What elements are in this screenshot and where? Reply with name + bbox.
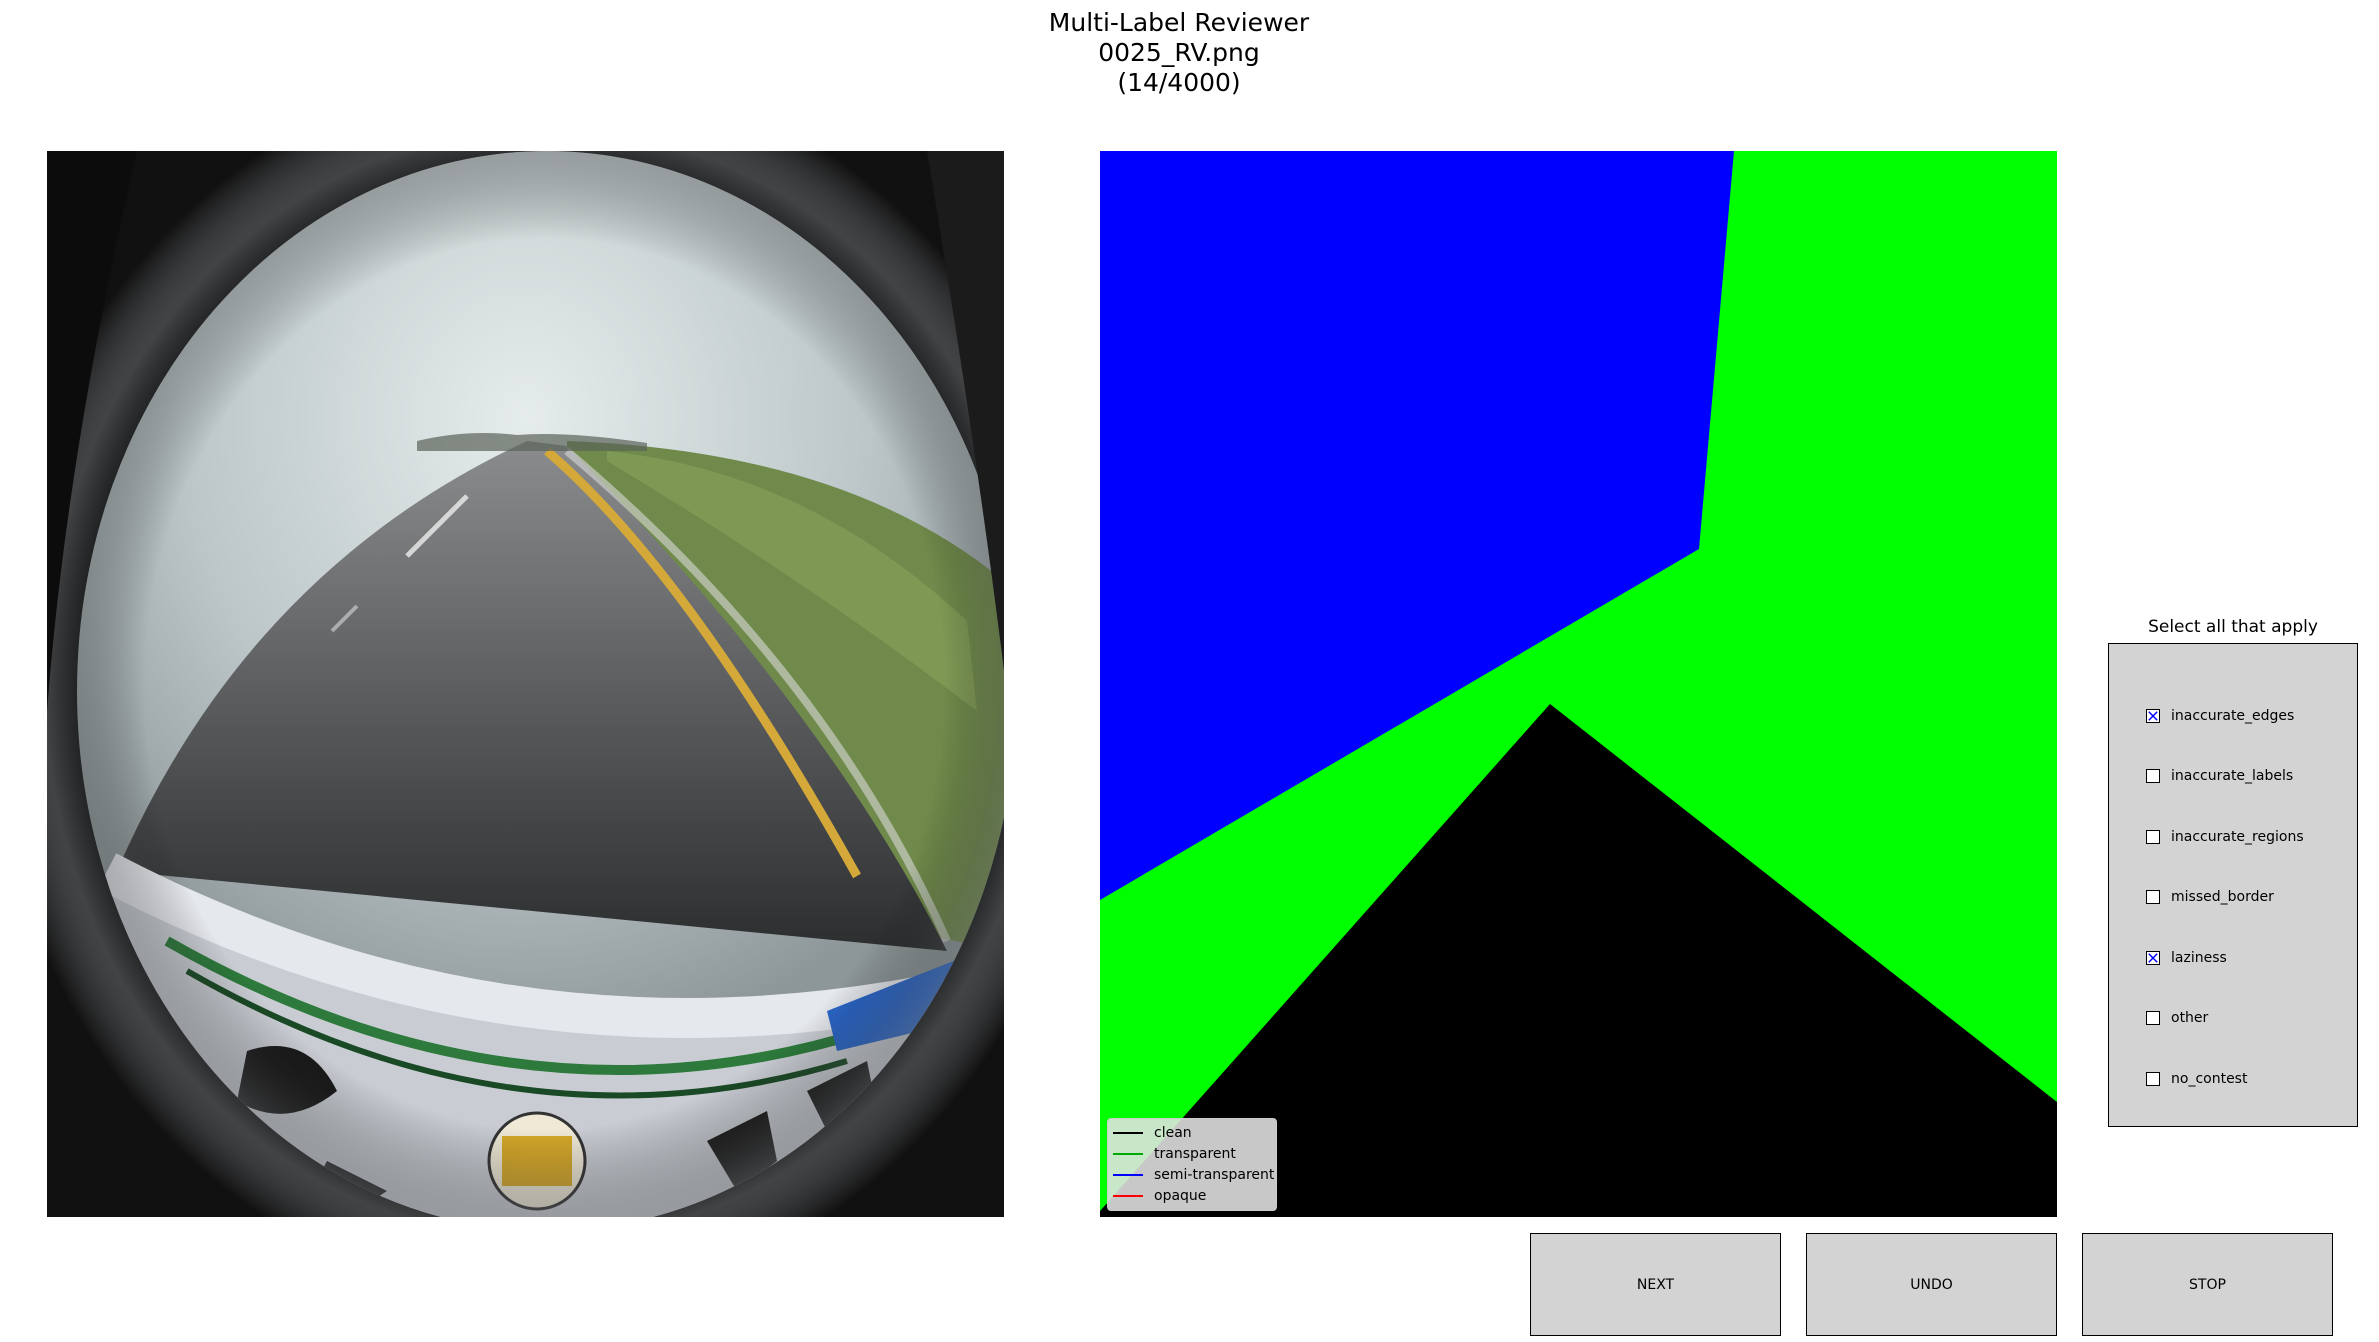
progress-counter: (14/4000) bbox=[1117, 68, 1241, 97]
option-missed-border[interactable]: missed_border bbox=[2109, 882, 2357, 912]
option-inaccurate-labels[interactable]: inaccurate_labels bbox=[2109, 761, 2357, 791]
check-mark-icon bbox=[2148, 711, 2158, 721]
option-no-contest[interactable]: no_contest bbox=[2109, 1064, 2357, 1094]
label-checklist: inaccurate_edges inaccurate_labels inacc… bbox=[2108, 643, 2358, 1127]
next-button[interactable]: NEXT bbox=[1530, 1233, 1781, 1336]
checklist-title: Select all that apply bbox=[2148, 617, 2318, 637]
checkbox-other[interactable] bbox=[2146, 1011, 2160, 1025]
legend-label: opaque bbox=[1154, 1187, 1207, 1204]
legend-label: transparent bbox=[1154, 1145, 1236, 1162]
option-label: laziness bbox=[2171, 950, 2227, 966]
option-label: inaccurate_labels bbox=[2171, 768, 2294, 784]
legend-item-semi-transparent: semi-transparent bbox=[1108, 1164, 1276, 1185]
camera-image bbox=[47, 151, 1004, 1217]
image-filename: 0025_RV.png bbox=[1098, 38, 1260, 67]
legend-line-icon bbox=[1113, 1152, 1143, 1155]
legend: clean transparent semi-transparent opaqu… bbox=[1107, 1118, 1277, 1211]
app-title: Multi-Label Reviewer bbox=[1048, 8, 1310, 37]
option-inaccurate-regions[interactable]: inaccurate_regions bbox=[2109, 822, 2357, 852]
legend-label: clean bbox=[1154, 1124, 1192, 1141]
option-label: missed_border bbox=[2171, 889, 2274, 905]
option-label: no_contest bbox=[2171, 1071, 2248, 1087]
legend-line-icon bbox=[1113, 1194, 1143, 1197]
stop-button[interactable]: STOP bbox=[2082, 1233, 2333, 1336]
fisheye-camera-image bbox=[47, 151, 1004, 1217]
option-laziness[interactable]: laziness bbox=[2109, 943, 2357, 973]
option-label: inaccurate_edges bbox=[2171, 708, 2295, 724]
legend-item-clean: clean bbox=[1108, 1122, 1276, 1143]
option-label: inaccurate_regions bbox=[2171, 829, 2304, 845]
checkbox-inaccurate-edges[interactable] bbox=[2146, 709, 2160, 723]
legend-line-icon bbox=[1113, 1131, 1143, 1134]
checkbox-no-contest[interactable] bbox=[2146, 1072, 2160, 1086]
option-label: other bbox=[2171, 1010, 2209, 1026]
option-inaccurate-edges[interactable]: inaccurate_edges bbox=[2109, 701, 2357, 731]
checkbox-missed-border[interactable] bbox=[2146, 890, 2160, 904]
legend-item-transparent: transparent bbox=[1108, 1143, 1276, 1164]
mask-regions bbox=[1100, 151, 2057, 1217]
segmentation-mask: clean transparent semi-transparent opaqu… bbox=[1100, 151, 2057, 1217]
checkbox-inaccurate-regions[interactable] bbox=[2146, 830, 2160, 844]
checkbox-inaccurate-labels[interactable] bbox=[2146, 769, 2160, 783]
legend-item-opaque: opaque bbox=[1108, 1185, 1276, 1206]
legend-label: semi-transparent bbox=[1154, 1166, 1275, 1183]
check-mark-icon bbox=[2148, 953, 2158, 963]
window-title: Multi-Label Reviewer 0025_RV.png (14/400… bbox=[0, 8, 2358, 98]
legend-line-icon bbox=[1113, 1173, 1143, 1176]
undo-button[interactable]: UNDO bbox=[1806, 1233, 2057, 1336]
checkbox-laziness[interactable] bbox=[2146, 951, 2160, 965]
option-other[interactable]: other bbox=[2109, 1003, 2357, 1033]
